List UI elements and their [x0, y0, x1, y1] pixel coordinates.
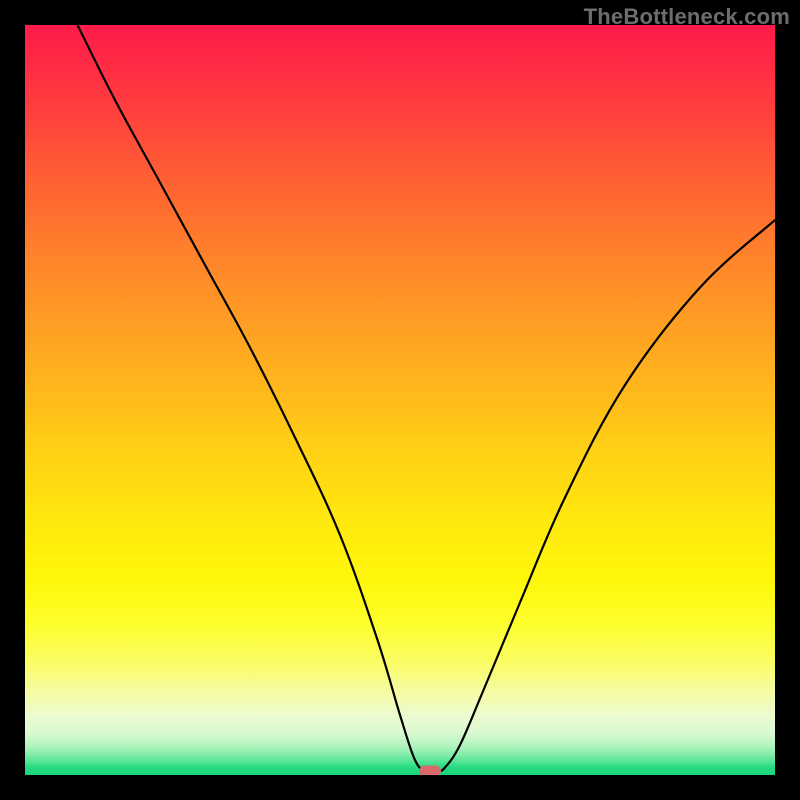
curve-svg — [25, 25, 775, 775]
bottleneck-curve — [78, 25, 776, 772]
optimum-marker — [419, 766, 441, 775]
chart-frame: TheBottleneck.com — [0, 0, 800, 800]
watermark-text: TheBottleneck.com — [584, 4, 790, 30]
plot-area — [25, 25, 775, 775]
